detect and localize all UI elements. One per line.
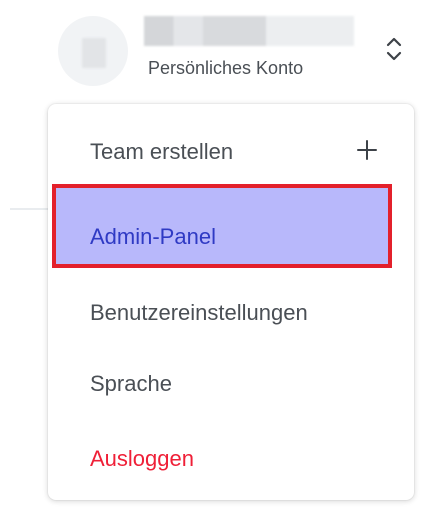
account-dropdown-menu: Team erstellen Admin-Panel Benutzereinst…	[48, 104, 414, 500]
menu-item-create-team[interactable]: Team erstellen	[48, 117, 414, 187]
menu-item-logout[interactable]: Ausloggen	[48, 424, 414, 494]
background-divider	[10, 208, 50, 210]
menu-item-label: Team erstellen	[90, 139, 234, 164]
chevron-up-down-icon[interactable]	[384, 34, 404, 64]
account-switcher[interactable]: Persönliches Konto	[58, 10, 422, 86]
account-name-redacted	[144, 16, 354, 46]
menu-item-language[interactable]: Sprache	[48, 349, 414, 419]
menu-item-label: Benutzereinstellungen	[90, 300, 308, 325]
menu-item-admin-panel[interactable]: Admin-Panel	[48, 202, 414, 272]
menu-item-label: Ausloggen	[90, 446, 194, 471]
plus-icon	[357, 140, 377, 160]
avatar	[58, 16, 128, 86]
menu-item-user-settings[interactable]: Benutzereinstellungen	[48, 278, 414, 348]
account-type-label: Persönliches Konto	[148, 58, 304, 78]
menu-item-label: Admin-Panel	[90, 224, 216, 249]
avatar-initial-redacted	[82, 38, 106, 68]
menu-item-label: Sprache	[90, 371, 172, 396]
